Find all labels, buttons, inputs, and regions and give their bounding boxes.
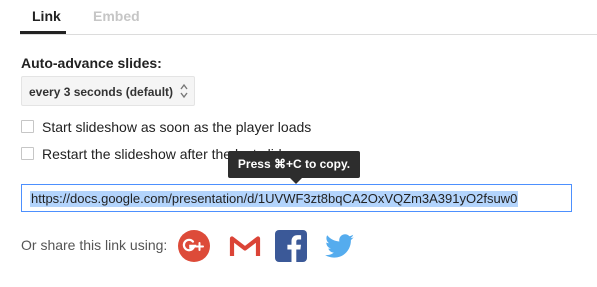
gmail-icon[interactable] <box>228 229 262 263</box>
auto-advance-select[interactable]: every 3 seconds (default) <box>21 76 195 106</box>
google-plus-icon[interactable] <box>177 229 211 263</box>
auto-advance-selected-value: every 3 seconds (default) <box>29 85 174 99</box>
tab-divider <box>20 34 597 35</box>
tooltip-arrow <box>290 178 302 184</box>
facebook-icon[interactable] <box>274 229 308 263</box>
restart-checkbox[interactable] <box>21 147 34 160</box>
auto-advance-label: Auto-advance slides: <box>21 55 162 71</box>
twitter-icon[interactable] <box>322 229 356 263</box>
tab-link[interactable]: Link <box>32 8 61 24</box>
share-label: Or share this link using: <box>21 237 168 253</box>
share-link-input[interactable]: https://docs.google.com/presentation/d/1… <box>21 184 572 212</box>
start-on-load-checkbox[interactable] <box>21 120 34 133</box>
tab-embed[interactable]: Embed <box>93 8 140 24</box>
share-link-selected-text: https://docs.google.com/presentation/d/1… <box>30 191 519 207</box>
select-arrows-icon <box>180 83 188 99</box>
tab-bar: Link Embed <box>0 0 597 36</box>
copy-tooltip: Press ⌘+C to copy. <box>228 151 360 178</box>
start-on-load-label: Start slideshow as soon as the player lo… <box>42 119 312 135</box>
